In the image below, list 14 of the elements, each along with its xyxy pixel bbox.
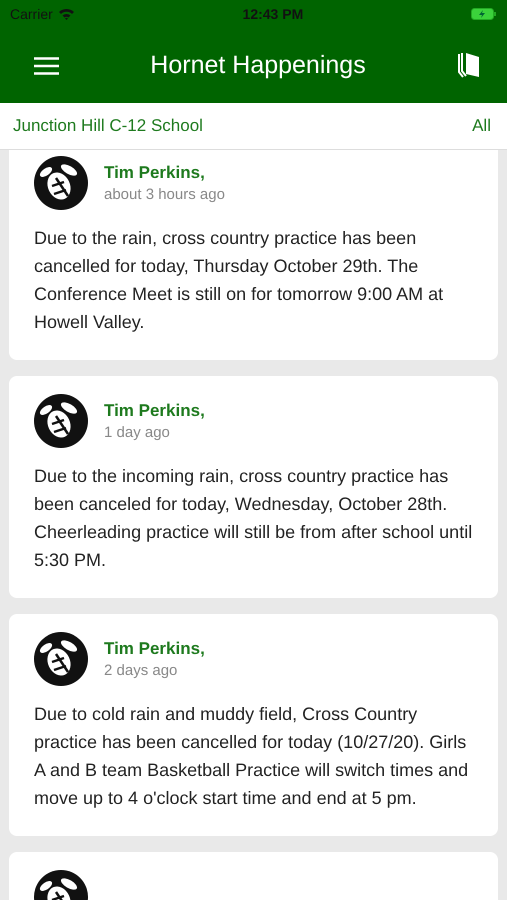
school-name: Junction Hill C-12 School bbox=[13, 116, 203, 136]
author-name: Tim Perkins, bbox=[104, 163, 206, 183]
author-name: Tim Perkins, bbox=[104, 401, 205, 421]
carrier-label: Carrier bbox=[10, 6, 53, 22]
post-body: Due to the incoming rain, cross country practice has been canceled for today, Wednesday, October 28th. Cheerleading practice will still be from after school until 5:30 PM. bbox=[34, 465, 473, 572]
app-title: Hornet Happenings bbox=[150, 51, 366, 80]
author-name: Tim Perkins, bbox=[104, 639, 205, 659]
post-time: 2 days ago bbox=[104, 662, 178, 679]
post-body: Due to cold rain and muddy field, Cross Country practice has been cancelled for today (10/27/20). Girls A and B team Basketball Practice will switch times and move up to 4 o'clock start time and end at 5 pm. bbox=[34, 703, 470, 810]
post-time: about 3 hours ago bbox=[104, 186, 225, 203]
post-time: 1 day ago bbox=[104, 424, 171, 441]
post-body: Due to the rain, cross country practice has been cancelled for today, Thursday October 29th. The Conference Meet is still on for tomorrow 9:00 AM at Howell Valley. bbox=[34, 227, 444, 334]
filter-link[interactable]: All bbox=[472, 116, 491, 136]
clock: 12:43 PM bbox=[242, 6, 304, 22]
